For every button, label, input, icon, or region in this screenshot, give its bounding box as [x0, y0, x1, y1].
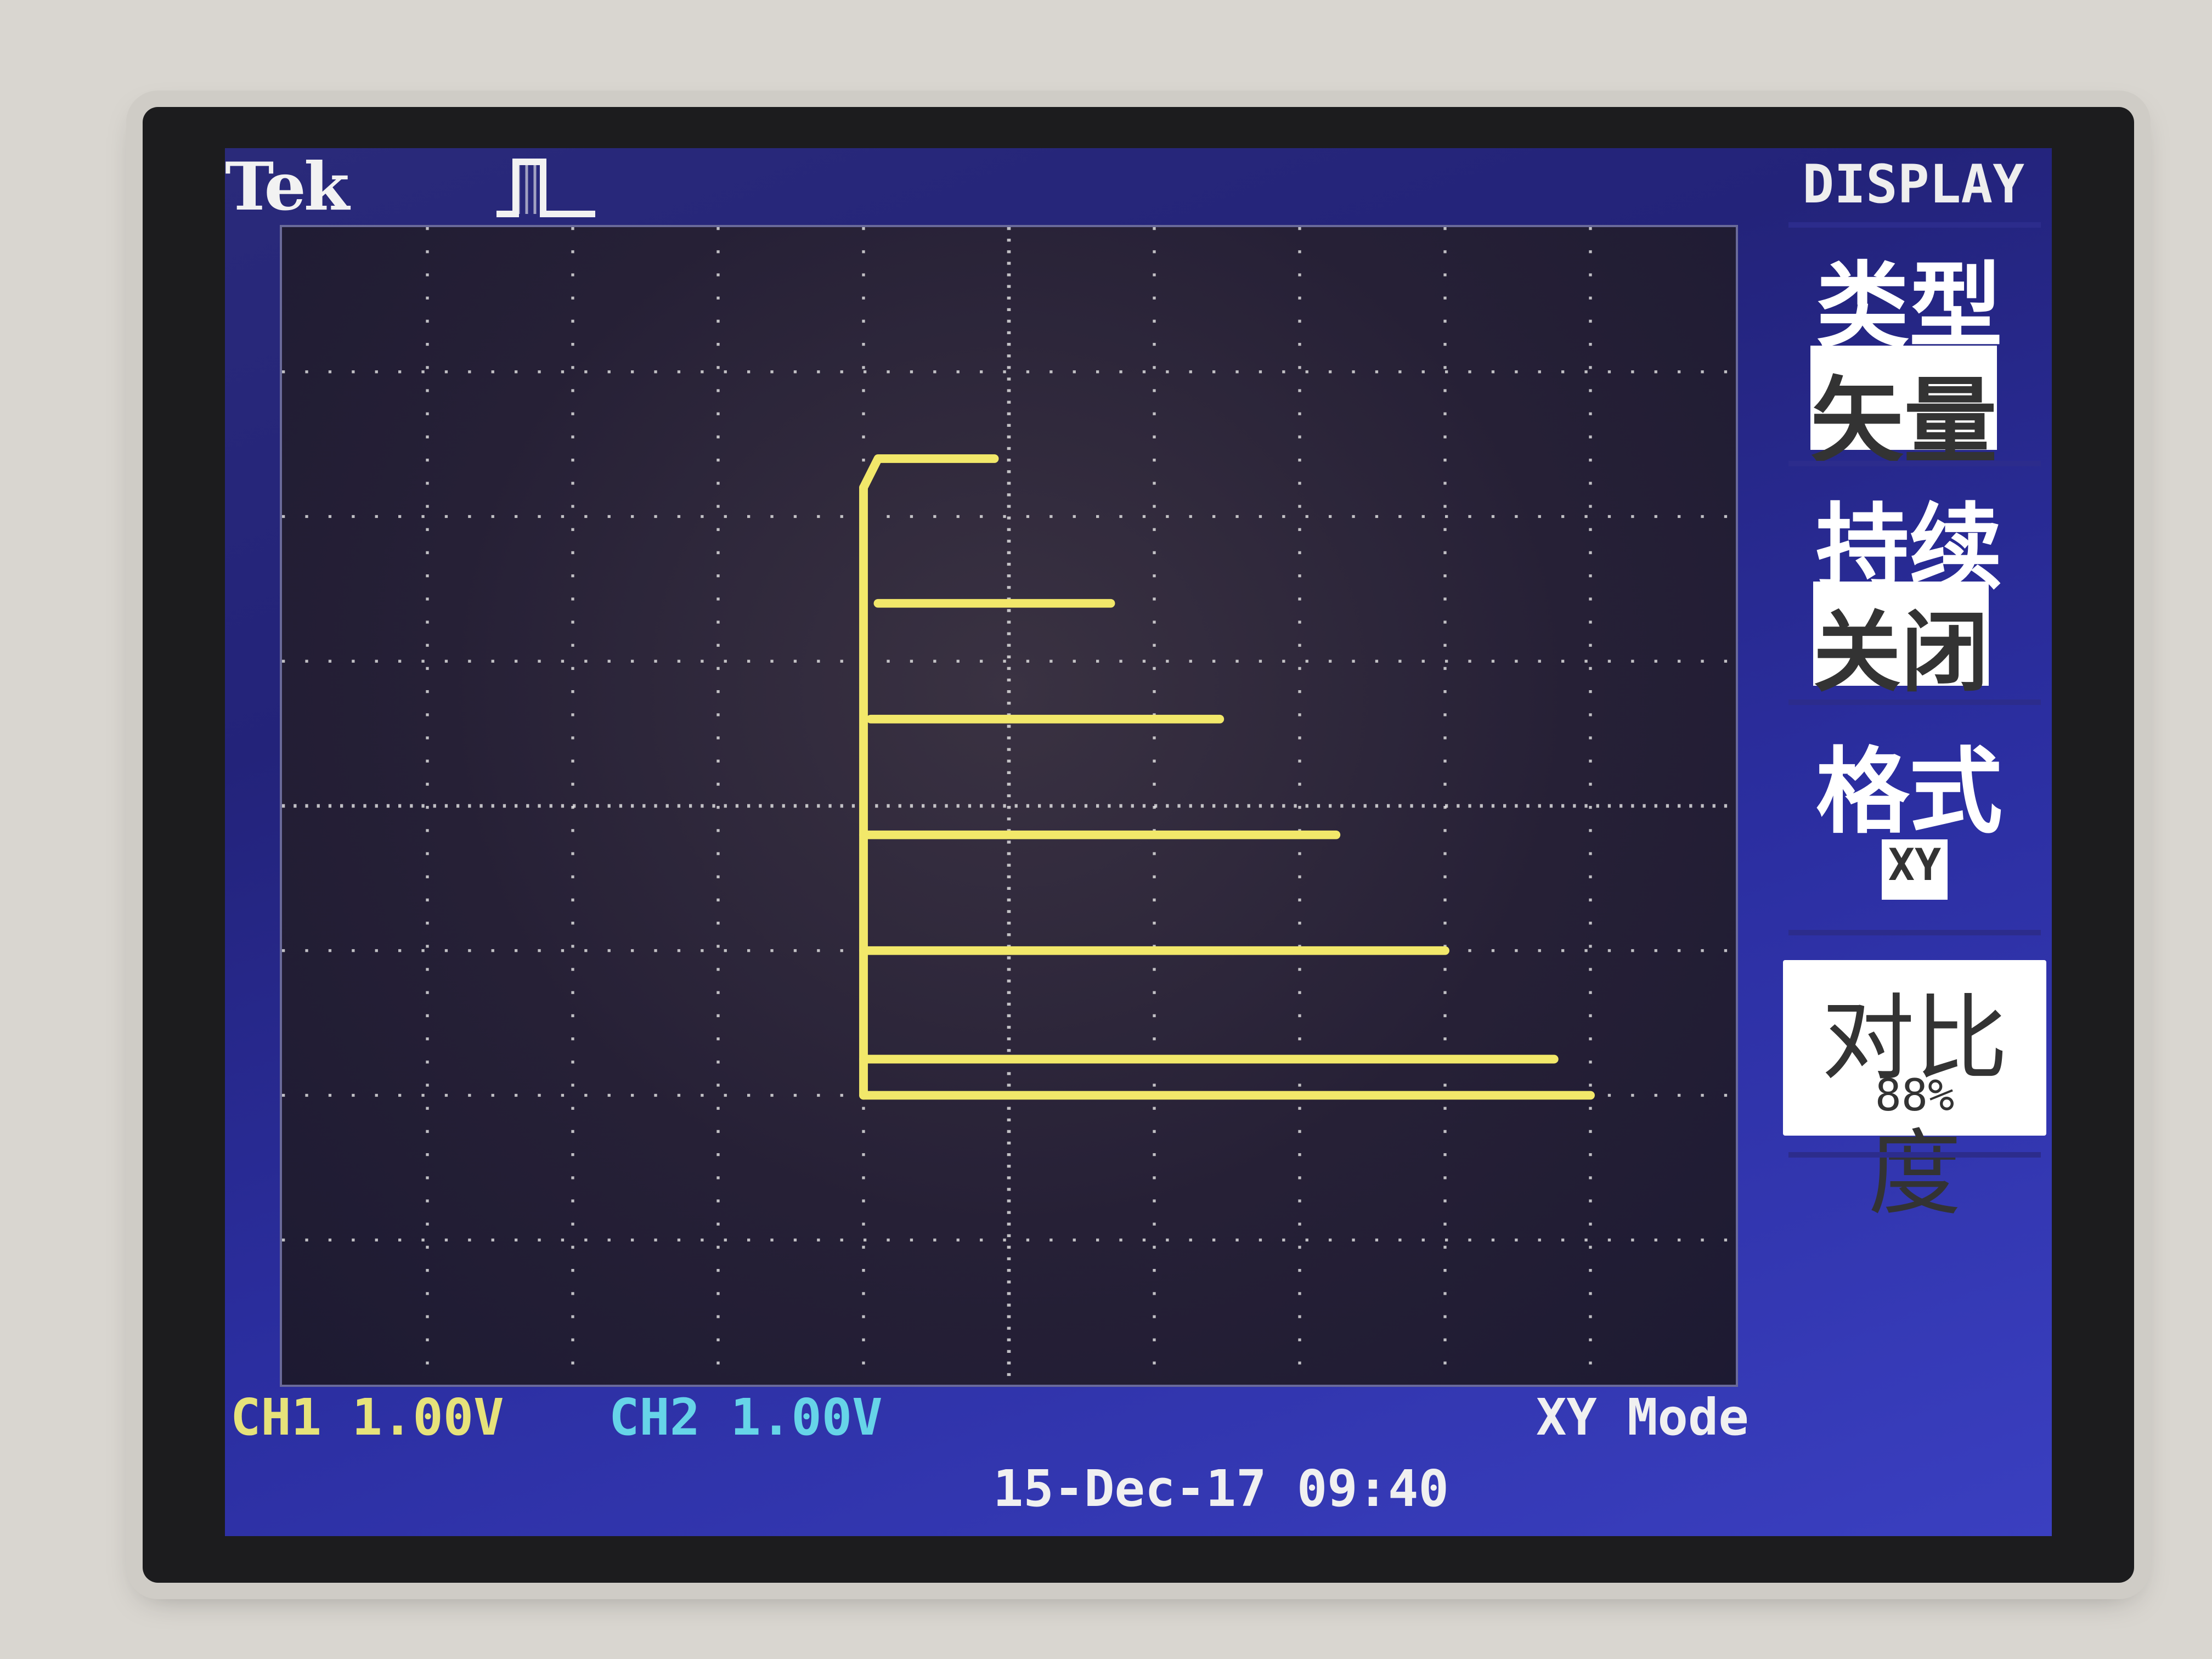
oscilloscope-screen: Tek DISPLAY 类型 矢量 持续 关闭 格式 XY 对比度 88% CH…	[225, 148, 2052, 1536]
menu-item-contrast[interactable]: 对比度 88%	[1783, 960, 2046, 1228]
menu-item-format-label[interactable]: 格式	[1783, 716, 2035, 851]
menu-item-format-value[interactable]: XY	[1882, 839, 1948, 900]
display-menu: DISPLAY 类型 矢量 持续 关闭 格式 XY 对比度 88%	[1761, 148, 2046, 1228]
menu-item-type-value[interactable]: 矢量	[1810, 346, 1997, 476]
menu-divider	[1788, 222, 2041, 228]
mode-indicator: XY Mode	[1536, 1388, 1749, 1447]
ch1-scale: CH1 1.00V	[230, 1388, 504, 1447]
menu-item-contrast-value: 88%	[1875, 1070, 1955, 1121]
menu-divider	[1788, 461, 2041, 466]
menu-divider	[1788, 1152, 2041, 1158]
xy-trace-segment	[859, 454, 999, 492]
menu-title: DISPLAY	[1802, 154, 2024, 215]
ch2-scale: CH2 1.00V	[609, 1388, 883, 1447]
waveform-graticule	[280, 225, 1738, 1387]
trigger-pulse-icon	[496, 159, 595, 217]
brand-logo: Tek	[225, 148, 349, 225]
menu-divider	[1788, 930, 2041, 935]
menu-divider	[1788, 699, 2041, 705]
xy-plot	[282, 227, 1736, 1385]
date-time: 15-Dec-17 09:40	[993, 1459, 1449, 1518]
menu-item-persist-value[interactable]: 关闭	[1813, 582, 1989, 704]
